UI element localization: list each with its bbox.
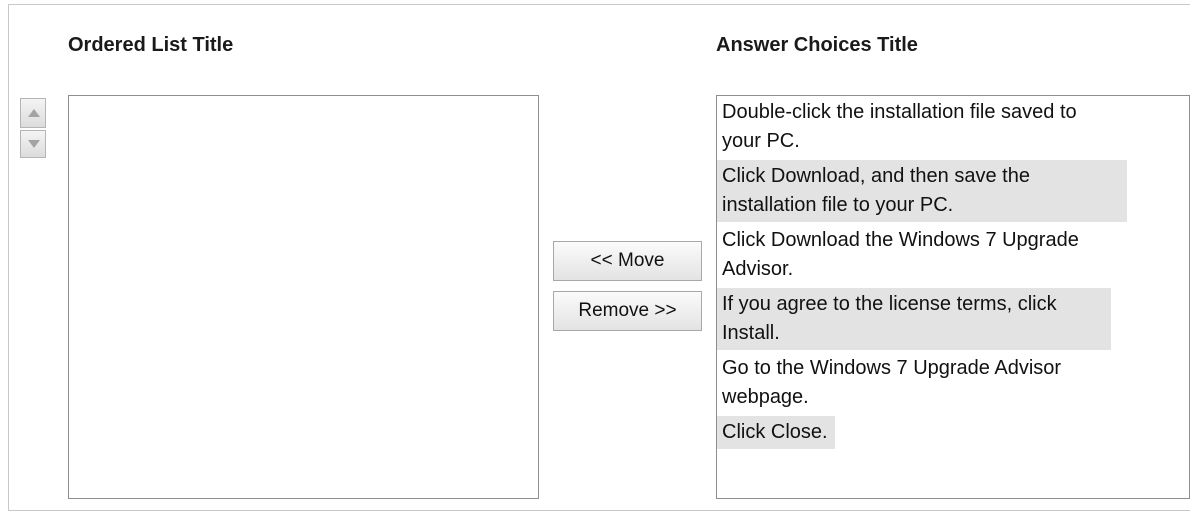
ordered-list-box[interactable] bbox=[68, 95, 539, 499]
move-button[interactable]: << Move bbox=[553, 241, 702, 281]
arrow-down-icon bbox=[28, 140, 40, 148]
move-down-button[interactable] bbox=[20, 130, 46, 158]
answer-choices-list[interactable]: Double-click the installation file saved… bbox=[716, 95, 1190, 499]
answer-choice-item[interactable]: Double-click the installation file saved… bbox=[717, 96, 1111, 158]
arrow-up-icon bbox=[28, 109, 40, 117]
answer-choice-item[interactable]: Click Download the Windows 7 Upgrade Adv… bbox=[717, 224, 1111, 286]
move-up-button[interactable] bbox=[20, 98, 46, 128]
answer-choice-item[interactable]: If you agree to the license terms, click… bbox=[717, 288, 1111, 350]
remove-button[interactable]: Remove >> bbox=[553, 291, 702, 331]
answer-choice-item[interactable]: Click Close. bbox=[717, 416, 835, 449]
answer-choices-title: Answer Choices Title bbox=[716, 34, 918, 56]
answer-choice-item[interactable]: Go to the Windows 7 Upgrade Advisor webp… bbox=[717, 352, 1111, 414]
answer-choice-item[interactable]: Click Download, and then save the instal… bbox=[717, 160, 1127, 222]
ordered-list-title: Ordered List Title bbox=[68, 34, 234, 56]
